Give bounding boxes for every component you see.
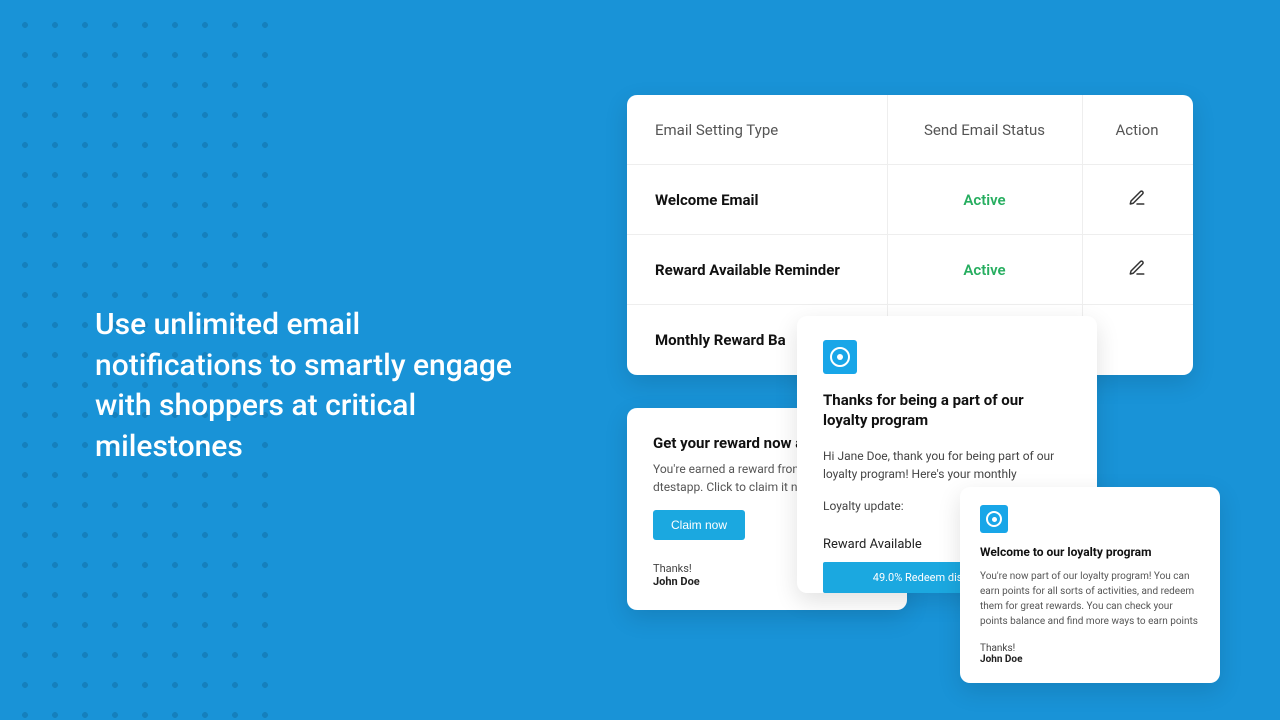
brand-logo-icon [980,505,1008,533]
welcome-body: You're now part of our loyalty program! … [980,569,1200,629]
th-type: Email Setting Type [627,121,887,139]
welcome-signer: John Doe [980,654,1200,665]
table-row: Welcome Email Active [627,165,1193,235]
table-header-row: Email Setting Type Send Email Status Act… [627,95,1193,165]
cell-action [1082,259,1192,281]
welcome-title: Welcome to our loyalty program [980,545,1200,559]
claim-now-button[interactable]: Claim now [653,510,745,540]
welcome-thanks: Thanks! [980,643,1200,654]
edit-icon[interactable] [1128,189,1146,207]
cell-status: Active [887,261,1082,279]
brand-logo-icon [823,340,857,374]
th-action: Action [1082,121,1192,139]
headline-text: Use unlimited email notifications to sma… [95,305,535,467]
loyalty-body: Hi Jane Doe, thank you for being part of… [823,447,1071,483]
loyalty-title: Thanks for being a part of our loyalty p… [823,390,1071,431]
table-row: Reward Available Reminder Active [627,235,1193,305]
welcome-email-card: Welcome to our loyalty program You're no… [960,487,1220,683]
cell-status: Active [887,191,1082,209]
cell-type: Reward Available Reminder [627,261,887,279]
cell-type: Welcome Email [627,191,887,209]
th-status: Send Email Status [887,121,1082,139]
edit-icon[interactable] [1128,259,1146,277]
cell-action [1082,189,1192,211]
